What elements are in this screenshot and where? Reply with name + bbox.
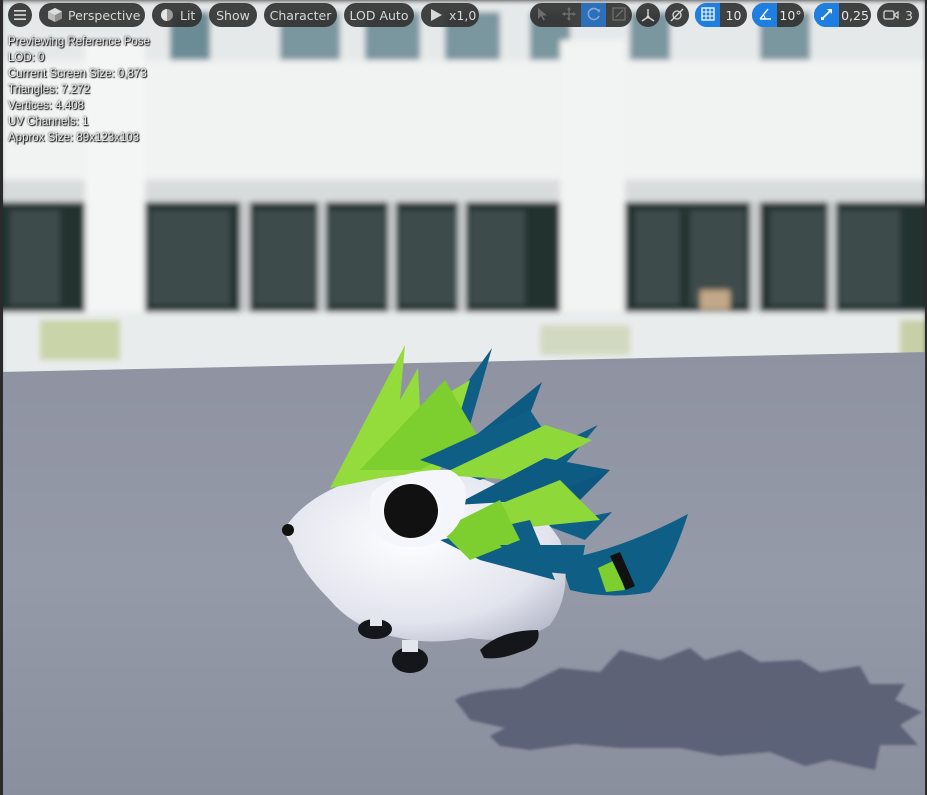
vertices-stat: Vertices: 4.408 (8, 100, 85, 112)
lod-stat: LOD: 0 (8, 52, 45, 64)
cursor-arrow-icon (537, 6, 549, 25)
scale-arrow-icon (820, 6, 834, 25)
perspective-label: Perspective (68, 7, 141, 23)
rotate-icon (587, 6, 601, 25)
grid-snap-toggle[interactable] (695, 3, 720, 27)
play-icon (430, 9, 442, 21)
camera-icon (883, 9, 899, 21)
rotation-snap-group: 10° (752, 3, 804, 27)
translate-tool-button[interactable] (556, 3, 581, 27)
select-tool-button[interactable] (530, 3, 556, 27)
transform-tools-group (530, 3, 632, 27)
playback-speed-button[interactable]: x1,0 (421, 3, 479, 27)
grid-snap-value: 10 (725, 7, 742, 23)
character-button[interactable]: Character (264, 3, 337, 27)
scale-snap-toggle[interactable] (814, 3, 839, 27)
playback-rate-label: x1,0 (449, 7, 477, 23)
rotation-snap-value-dropdown[interactable]: 10° (777, 3, 804, 27)
move-arrows-icon (561, 6, 576, 25)
viewport[interactable]: Perspective Lit Show Character LOD Auto … (0, 0, 927, 795)
triangles-stat: Triangles: 7.272 (8, 84, 91, 96)
camera-speed-button[interactable]: 3 (877, 3, 919, 27)
character-label: Character (269, 7, 332, 23)
approx-size-stat: Approx Size: 89x123x103 (8, 132, 140, 144)
rotation-snap-value: 10° (779, 7, 802, 23)
surface-snap-icon (670, 8, 684, 22)
local-world-toggle-button[interactable] (636, 3, 660, 27)
scale-snap-group: 0,25 (814, 3, 871, 27)
hamburger-icon (14, 10, 26, 20)
viewport-options-button[interactable] (8, 3, 32, 27)
lod-label: LOD Auto (349, 7, 409, 23)
angle-icon (758, 6, 772, 25)
scale-tool-button[interactable] (606, 3, 632, 27)
show-label: Show (216, 7, 250, 23)
coordinate-system-icon (641, 8, 655, 22)
viewport-toolbar: Perspective Lit Show Character LOD Auto … (0, 0, 927, 30)
grid-icon (700, 6, 715, 25)
lit-sphere-icon (160, 8, 174, 22)
screen-size-stat: Current Screen Size: 0,873 (8, 68, 147, 80)
surface-snap-button[interactable] (665, 3, 689, 27)
view-mode-button[interactable]: Lit (152, 3, 202, 27)
grid-snap-group: 10 (695, 3, 747, 27)
scale-snap-value: 0,25 (841, 7, 869, 23)
rotate-tool-button[interactable] (581, 3, 606, 27)
uv-channels-stat: UV Channels: 1 (8, 116, 89, 128)
viewport-stats-overlay: Previewing Reference Pose LOD: 0 Current… (8, 34, 150, 146)
camera-speed-value: 3 (905, 7, 913, 23)
lod-button[interactable]: LOD Auto (344, 3, 414, 27)
preview-mode-text: Previewing Reference Pose (8, 36, 150, 48)
grid-snap-value-dropdown[interactable]: 10 (720, 3, 747, 27)
scale-snap-value-dropdown[interactable]: 0,25 (839, 3, 871, 27)
rotation-snap-toggle[interactable] (752, 3, 777, 27)
view-mode-label: Lit (180, 7, 196, 23)
scale-icon (612, 6, 626, 25)
show-button[interactable]: Show (209, 3, 257, 27)
viewport-border-left (0, 0, 3, 795)
perspective-button[interactable]: Perspective (39, 3, 145, 27)
cube-icon (47, 7, 63, 23)
